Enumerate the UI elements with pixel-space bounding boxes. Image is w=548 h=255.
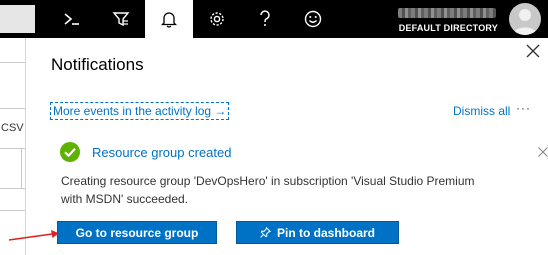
close-icon[interactable] [526, 44, 542, 60]
activity-log-link-label: More events in the activity log [53, 104, 212, 118]
pin-icon [260, 227, 271, 238]
go-to-resource-group-label: Go to resource group [75, 225, 199, 240]
gear-icon[interactable] [193, 0, 241, 38]
activity-log-link[interactable]: More events in the activity log → [50, 102, 230, 120]
background-blade-edge [0, 38, 25, 255]
cloud-shell-icon[interactable] [48, 0, 96, 38]
bell-icon[interactable] [145, 0, 193, 38]
notification-message: Creating resource group 'DevOpsHero' in … [61, 174, 475, 206]
azure-portal: DEFAULT DIRECTORY CSV Notifications More… [0, 0, 548, 255]
help-icon[interactable] [241, 0, 289, 38]
success-check-icon [60, 142, 80, 162]
notification-title[interactable]: Resource group created [92, 145, 231, 160]
top-bar: DEFAULT DIRECTORY [0, 0, 548, 38]
global-search-box[interactable] [0, 5, 35, 33]
panel-title: Notifications [51, 55, 144, 74]
background-csv-label: CSV [1, 122, 24, 134]
annotation-arrow-icon [8, 230, 59, 241]
pin-to-dashboard-label: Pin to dashboard [276, 225, 375, 240]
account-directory-label: DEFAULT DIRECTORY [398, 23, 498, 33]
dismiss-all-link[interactable]: Dismiss all [453, 104, 510, 118]
redacted-account-name [398, 8, 496, 18]
pin-to-dashboard-button[interactable]: Pin to dashboard [236, 221, 399, 244]
avatar[interactable] [509, 3, 541, 35]
more-options-icon[interactable]: ··· [516, 101, 531, 115]
arrow-right-icon: → [214, 104, 227, 118]
directory-filter-icon[interactable] [97, 0, 145, 38]
go-to-resource-group-button[interactable]: Go to resource group [57, 221, 217, 244]
smiley-icon[interactable] [289, 0, 337, 38]
dismiss-notification-icon[interactable] [538, 144, 548, 157]
account-menu[interactable]: DEFAULT DIRECTORY [382, 0, 500, 38]
